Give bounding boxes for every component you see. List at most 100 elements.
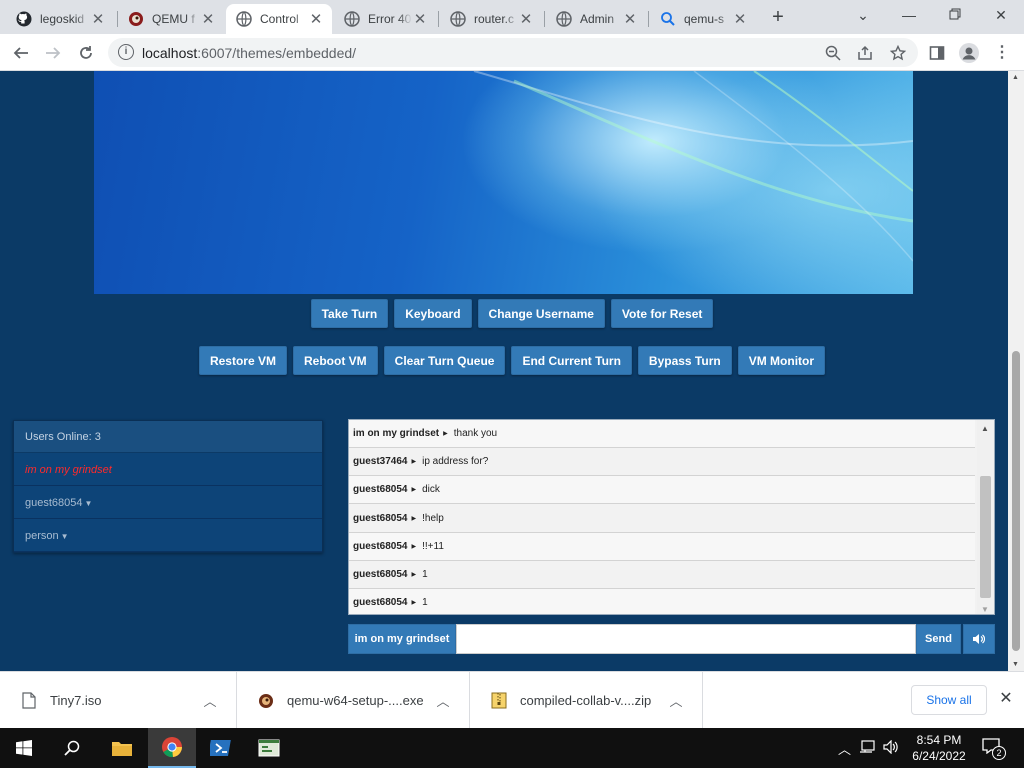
share-button[interactable] [852,40,878,66]
bookmark-button[interactable] [885,40,911,66]
show-all-button[interactable]: Show all [911,685,987,715]
chat-username[interactable]: im on my grindset [353,428,439,439]
chat-username[interactable]: guest37464 [353,456,407,467]
chat-input[interactable] [456,624,916,654]
forward-button[interactable] [40,40,66,66]
tab-admin[interactable]: Admin ✕ [546,4,646,34]
close-icon[interactable]: ✕ [518,10,534,28]
vote-for-reset-button[interactable]: Vote for Reset [610,299,714,328]
send-button[interactable]: Send [916,624,961,654]
vm-monitor-button[interactable]: VM Monitor [737,346,826,375]
notifications-button[interactable]: 2 [982,738,1006,760]
caret-down-icon: ▼ [60,532,69,541]
user-item-self[interactable]: im on my grindset [14,453,322,486]
scroll-up-icon[interactable]: ▲ [1012,74,1019,81]
change-username-button[interactable]: Change Username [477,299,605,328]
back-button[interactable] [8,40,34,66]
chat-message: guest68054 ▶ 1 [349,561,975,589]
chrome-icon [162,737,183,758]
user-item[interactable]: guest68054 ▼ [14,486,322,519]
tab-router[interactable]: router.c ✕ [440,4,542,34]
zoom-out-icon [825,45,841,61]
download-item[interactable]: Tiny7.iso ︿ [0,672,237,729]
url-host: localhost [142,45,198,61]
chat-scrollbar[interactable]: ▲ ▼ [977,420,994,614]
end-current-turn-button[interactable]: End Current Turn [511,346,632,375]
globe-icon [556,11,572,27]
arrow-right-icon: ▶ [411,515,417,522]
username-button[interactable]: im on my grindset [348,624,456,654]
chat-username[interactable]: guest68054 [353,597,407,608]
url-path: :6007/themes/embedded/ [197,45,357,61]
chevron-up-icon[interactable]: ︿ [838,739,851,758]
close-icon[interactable]: ✕ [200,10,216,28]
keyboard-button[interactable]: Keyboard [394,299,472,328]
tab-search-button[interactable]: ⌄ [840,0,886,30]
close-icon[interactable]: ✕ [732,10,748,28]
scroll-up-icon[interactable]: ▲ [981,424,989,433]
tab-control[interactable]: Control ✕ [226,4,332,34]
vm-display[interactable] [94,71,913,294]
tab-qemu-search[interactable]: qemu-s ✕ [650,4,756,34]
tab-qemu[interactable]: QEMU f ✕ [118,4,224,34]
chevron-up-icon[interactable]: ︿ [664,691,688,710]
chevron-up-icon[interactable]: ︿ [431,691,455,710]
powershell-taskbar-button[interactable] [197,728,245,768]
take-turn-button[interactable]: Take Turn [310,299,389,328]
volume-icon[interactable] [883,739,899,757]
close-icon[interactable]: ✕ [622,10,638,28]
restore-button[interactable] [932,0,978,30]
address-bar[interactable]: i localhost:6007/themes/embedded/ [108,38,918,67]
chat-username[interactable]: guest68054 [353,541,407,552]
restore-vm-button[interactable]: Restore VM [198,346,287,375]
chrome-taskbar-button[interactable] [148,728,196,768]
chat-text: 1 [422,597,428,609]
users-online-header: Users Online: 3 [14,421,322,453]
network-icon[interactable] [859,739,875,757]
windows-logo-icon [16,740,32,756]
volume-button[interactable] [963,624,995,654]
chat-message: guest68054 ▶ dick [349,476,975,505]
page-scroll-thumb[interactable] [1012,351,1020,651]
file-explorer-taskbar-button[interactable] [98,728,146,768]
close-icon[interactable]: ✕ [90,10,106,28]
back-arrow-icon [13,47,28,59]
bypass-turn-button[interactable]: Bypass Turn [637,346,732,375]
page-scrollbar[interactable]: ▲ ▼ [1008,71,1024,671]
scroll-down-icon[interactable]: ▼ [1012,661,1019,668]
tab-title: Control [260,12,299,26]
new-tab-button[interactable]: + [767,6,789,28]
close-icon[interactable]: ✕ [412,10,428,28]
chat-scroll-thumb[interactable] [980,476,991,598]
menu-button[interactable]: ⋮ [989,40,1015,66]
taskbar-clock[interactable]: 8:54 PM 6/24/2022 [903,732,975,764]
close-icon[interactable]: ✕ [996,689,1016,709]
download-item[interactable]: qemu-w64-setup-....exe ︿ [237,672,470,729]
zoom-button[interactable] [820,40,846,66]
minimize-button[interactable]: — [886,0,932,30]
app-taskbar-button[interactable] [245,728,293,768]
profile-button[interactable] [956,40,982,66]
close-window-button[interactable]: ✕ [978,0,1024,30]
page-viewport: Take Turn Keyboard Change Username Vote … [0,71,1024,671]
chat-username[interactable]: guest68054 [353,484,407,495]
site-info-icon[interactable]: i [118,44,134,60]
tab-error[interactable]: Error 40 ✕ [334,4,436,34]
chat-username[interactable]: guest68054 [353,569,407,580]
tab-legoskid[interactable]: legoskid ✕ [6,4,114,34]
chat-log[interactable]: im on my grindset ▶ thank you guest37464 ▶ ip… [348,419,995,615]
chat-username[interactable]: guest68054 [353,513,407,524]
chevron-up-icon[interactable]: ︿ [198,691,222,710]
search-button[interactable] [48,728,96,768]
reload-button[interactable] [73,40,99,66]
scroll-down-icon[interactable]: ▼ [981,605,989,614]
reboot-vm-button[interactable]: Reboot VM [293,346,378,375]
tab-strip: legoskid ✕ QEMU f ✕ Control ✕ Error 40 ✕… [0,0,1024,34]
download-item[interactable]: compiled-collab-v....zip ︿ [470,672,703,729]
user-item[interactable]: person ▼ [14,519,322,552]
close-icon[interactable]: ✕ [308,10,324,28]
url-text: localhost:6007/themes/embedded/ [142,45,356,61]
clear-turn-queue-button[interactable]: Clear Turn Queue [383,346,506,375]
start-button[interactable] [0,728,48,768]
side-panel-button[interactable] [924,40,950,66]
